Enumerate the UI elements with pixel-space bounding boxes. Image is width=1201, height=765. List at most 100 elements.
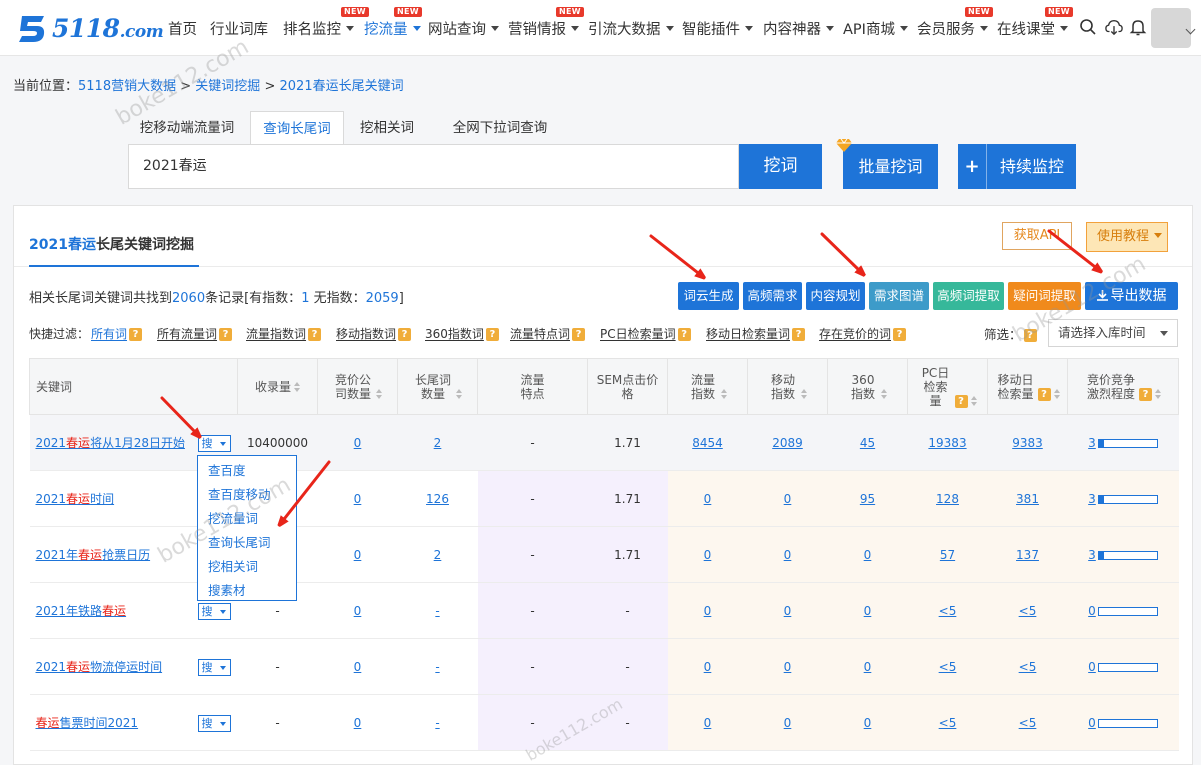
cell-link[interactable]: 0 <box>864 604 872 618</box>
cell-changwei[interactable]: 2 <box>397 526 478 583</box>
cell-link[interactable]: 0 <box>1088 604 1096 618</box>
cell-link[interactable]: 19383 <box>928 436 966 450</box>
keyword-link[interactable]: 春运售票时间2021 <box>36 716 139 730</box>
high-demand-button[interactable]: 高频需求 <box>743 282 802 310</box>
cell-link[interactable]: 3 <box>1088 436 1096 450</box>
breadcrumb-item[interactable]: 2021春运长尾关键词 <box>280 79 404 94</box>
filter-traffic-index[interactable]: 流量指数词? <box>246 325 322 342</box>
sort-icon[interactable] <box>881 389 887 399</box>
cell-link[interactable]: 3 <box>1088 548 1096 562</box>
nav-item[interactable]: 引流大数据 <box>588 18 674 39</box>
dd-material[interactable]: 搜素材 <box>198 579 296 603</box>
cell-liuliang[interactable]: 0 <box>667 526 748 583</box>
keyword-link[interactable]: 2021年春运抢票日历 <box>36 548 151 562</box>
cell-link[interactable]: 126 <box>426 492 449 506</box>
cell-yidong[interactable]: 0 <box>747 582 828 639</box>
cell-mobile[interactable]: 137 <box>987 526 1068 583</box>
avatar[interactable] <box>1151 8 1191 48</box>
nav-item[interactable]: 智能插件 <box>682 18 753 39</box>
search-icon[interactable] <box>1079 18 1097 36</box>
cell-link[interactable]: 0 <box>354 492 362 506</box>
nav-item[interactable]: 挖流量 NEW <box>364 7 422 39</box>
cell-link[interactable]: 2 <box>434 548 442 562</box>
cell-link[interactable]: 0 <box>784 716 792 730</box>
cell-link[interactable]: 0 <box>354 660 362 674</box>
cell-competition[interactable]: 0 <box>1067 694 1179 751</box>
cell-competition[interactable]: 3 <box>1067 470 1179 527</box>
cell-link[interactable]: 0 <box>1088 716 1096 730</box>
word-cloud-button[interactable]: 词云生成 <box>678 282 739 310</box>
get-api-button[interactable]: 获取API <box>1002 222 1072 250</box>
cell-link[interactable]: 0 <box>784 492 792 506</box>
nav-item[interactable]: 内容神器 <box>763 18 834 39</box>
batch-dig-button[interactable]: 批量挖词 <box>843 144 938 189</box>
sort-icon[interactable] <box>970 396 977 406</box>
cell-liuliang[interactable]: 0 <box>667 470 748 527</box>
cell-changwei[interactable]: - <box>397 582 478 639</box>
cell-link[interactable]: 0 <box>1088 660 1096 674</box>
cell-link[interactable]: 9383 <box>1012 436 1043 450</box>
cell-s360[interactable]: 0 <box>827 526 908 583</box>
cell-link[interactable]: <5 <box>1019 604 1037 618</box>
content-plan-button[interactable]: 内容规划 <box>806 282 865 310</box>
cell-liuliang[interactable]: 0 <box>667 694 748 751</box>
cell-link[interactable]: <5 <box>939 716 957 730</box>
cell-link[interactable]: 381 <box>1016 492 1039 506</box>
th-mobile-search[interactable]: 移动日检索量? <box>987 358 1068 415</box>
cell-competition[interactable]: 3 <box>1067 414 1179 471</box>
cell-s360[interactable]: 0 <box>827 694 908 751</box>
th-360-index[interactable]: 360指数 <box>827 358 908 415</box>
search-dropdown-button[interactable]: 搜 <box>197 435 231 452</box>
filter-mobile-index[interactable]: 移动指数词? <box>336 325 412 342</box>
cell-jingjia[interactable]: 0 <box>317 638 398 695</box>
cell-link[interactable]: 3 <box>1088 492 1096 506</box>
cell-link[interactable]: 0 <box>704 548 712 562</box>
cell-link[interactable]: 2 <box>434 436 442 450</box>
th-competition[interactable]: 竞价竞争激烈程度? <box>1067 358 1179 415</box>
cell-link[interactable]: 0 <box>704 716 712 730</box>
search-dropdown-button[interactable]: 搜 <box>197 659 231 676</box>
high-freq-extract-button[interactable]: 高频词提取 <box>933 282 1004 310</box>
nav-item[interactable]: 首页 <box>168 18 197 39</box>
th-mobile-index[interactable]: 移动指数 <box>747 358 828 415</box>
nav-item[interactable]: 在线课堂 NEW <box>997 7 1073 39</box>
cell-mobile[interactable]: <5 <box>987 582 1068 639</box>
cell-link[interactable]: 0 <box>354 548 362 562</box>
time-select[interactable]: 请选择入库时间 <box>1048 319 1178 347</box>
cell-changwei[interactable]: 2 <box>397 414 478 471</box>
cell-link[interactable]: 0 <box>784 660 792 674</box>
nav-item[interactable]: 排名监控 NEW <box>283 7 369 39</box>
bell-icon[interactable] <box>1129 18 1147 36</box>
cell-pc[interactable]: <5 <box>907 694 988 751</box>
cell-jingjia[interactable]: 0 <box>317 526 398 583</box>
cell-link[interactable]: 0 <box>704 604 712 618</box>
cell-link[interactable]: 0 <box>704 492 712 506</box>
cell-link[interactable]: 95 <box>860 492 875 506</box>
cell-link[interactable]: <5 <box>939 660 957 674</box>
cell-s360[interactable]: 95 <box>827 470 908 527</box>
filter-traffic[interactable]: 所有流量词? <box>157 325 233 342</box>
dig-button[interactable]: 挖词 <box>739 144 822 189</box>
cell-jingjia[interactable]: 0 <box>317 414 398 471</box>
cell-link[interactable]: 0 <box>704 660 712 674</box>
filter-bidding[interactable]: 存在竞价的词? <box>819 325 907 342</box>
cell-competition[interactable]: 3 <box>1067 526 1179 583</box>
cell-yidong[interactable]: 0 <box>747 470 828 527</box>
cell-link[interactable]: 0 <box>784 604 792 618</box>
cell-changwei[interactable]: - <box>397 694 478 751</box>
cell-pc[interactable]: 19383 <box>907 414 988 471</box>
cell-competition[interactable]: 0 <box>1067 582 1179 639</box>
cell-link[interactable]: 0 <box>354 436 362 450</box>
cell-link[interactable]: 0 <box>864 716 872 730</box>
cell-link[interactable]: 8454 <box>692 436 723 450</box>
cell-changwei[interactable]: - <box>397 638 478 695</box>
th-bidding-count[interactable]: 竞价公司数量 <box>317 358 398 415</box>
cell-mobile[interactable]: 381 <box>987 470 1068 527</box>
nav-item[interactable]: 会员服务 NEW <box>917 7 993 39</box>
cell-s360[interactable]: 45 <box>827 414 908 471</box>
th-traffic-index[interactable]: 流量指数 <box>667 358 748 415</box>
filter-traffic-feature[interactable]: 流量特点词? <box>510 325 586 342</box>
filter-all[interactable]: 所有词? <box>91 325 143 342</box>
cell-pc[interactable]: <5 <box>907 582 988 639</box>
cell-link[interactable]: 2089 <box>772 436 803 450</box>
